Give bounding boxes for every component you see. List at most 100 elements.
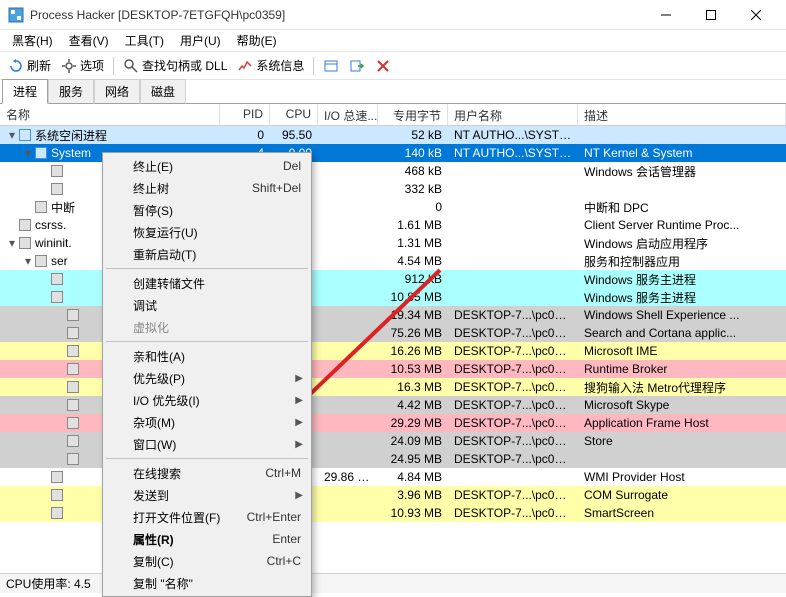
- menubar: 黑客(H) 查看(V) 工具(T) 用户(U) 帮助(E): [0, 30, 786, 52]
- toolbar: 刷新 选项 查找句柄或 DLL 系统信息: [0, 52, 786, 80]
- process-name: csrss.: [35, 218, 66, 232]
- context-menu-item[interactable]: 亲和性(A): [105, 345, 309, 367]
- process-icon: [18, 128, 32, 142]
- find-button[interactable]: 查找句柄或 DLL: [119, 55, 231, 76]
- col-priv[interactable]: 专用字节: [378, 104, 448, 125]
- context-menu-label: 窗口(W): [133, 436, 301, 453]
- context-menu-item[interactable]: 恢复运行(U): [105, 221, 309, 243]
- table-header: 名称 PID CPU I/O 总速... 专用字节 用户名称 描述: [0, 104, 786, 126]
- cell-desc: 服务和控制器应用: [578, 252, 786, 271]
- context-menu-label: 创建转储文件: [133, 275, 301, 292]
- col-desc[interactable]: 描述: [578, 104, 786, 125]
- cell-user: DESKTOP-7...\pc0359: [448, 505, 578, 521]
- menu-tools[interactable]: 工具(T): [117, 30, 172, 51]
- status-cpu: CPU使用率: 4.5: [6, 575, 91, 592]
- cell-io: [318, 368, 378, 370]
- col-user[interactable]: 用户名称: [448, 104, 578, 125]
- context-menu-item[interactable]: 打开文件位置(F)Ctrl+Enter: [105, 506, 309, 528]
- sysinfo-button[interactable]: 系统信息: [233, 55, 308, 76]
- cell-io: [318, 134, 378, 136]
- cell-user: [448, 242, 578, 244]
- maximize-button[interactable]: [688, 0, 733, 30]
- tb-icon-2[interactable]: [345, 56, 369, 76]
- menu-hacker[interactable]: 黑客(H): [4, 30, 61, 51]
- cell-priv: 4.54 MB: [378, 253, 448, 269]
- tab-services[interactable]: 服务: [48, 79, 94, 104]
- process-icon: [66, 308, 80, 322]
- cell-user: DESKTOP-7...\pc0359: [448, 487, 578, 503]
- context-menu-item[interactable]: 终止树Shift+Del: [105, 177, 309, 199]
- tb-icon-3[interactable]: [371, 56, 395, 76]
- cell-priv: 19.34 MB: [378, 307, 448, 323]
- context-menu-item[interactable]: I/O 优先级(I)▶: [105, 389, 309, 411]
- process-icon: [50, 506, 64, 520]
- cell-priv: 10.85 MB: [378, 289, 448, 305]
- context-menu-item[interactable]: 重新启动(T): [105, 243, 309, 265]
- tree-toggle-icon[interactable]: ▾: [6, 236, 18, 250]
- cell-user: [448, 206, 578, 208]
- cell-priv: 24.95 MB: [378, 451, 448, 467]
- context-menu-label: 属性(R): [133, 531, 262, 548]
- cell-desc: Microsoft IME: [578, 343, 786, 359]
- col-pid[interactable]: PID: [220, 104, 270, 125]
- cell-io: [318, 278, 378, 280]
- cell-io: [318, 224, 378, 226]
- tree-toggle-icon[interactable]: ▾: [6, 128, 18, 142]
- cell-priv: 912 kB: [378, 271, 448, 287]
- window-title: Process Hacker [DESKTOP-7ETGFQH\pc0359]: [30, 8, 643, 22]
- tab-network[interactable]: 网络: [94, 79, 140, 104]
- cell-priv: 16.26 MB: [378, 343, 448, 359]
- context-menu-item[interactable]: 复制(C)Ctrl+C: [105, 550, 309, 572]
- cell-io: [318, 494, 378, 496]
- col-io[interactable]: I/O 总速...: [318, 104, 378, 125]
- context-menu-item[interactable]: 创建转储文件: [105, 272, 309, 294]
- process-icon: [50, 290, 64, 304]
- close-button[interactable]: [733, 0, 778, 30]
- cell-desc: Windows Shell Experience ...: [578, 307, 786, 323]
- process-icon: [50, 272, 64, 286]
- tab-disk[interactable]: 磁盘: [140, 79, 186, 104]
- context-menu-item[interactable]: 调试: [105, 294, 309, 316]
- process-name: System: [51, 146, 91, 160]
- cell-desc: [578, 188, 786, 190]
- context-menu-item[interactable]: 在线搜索Ctrl+M: [105, 462, 309, 484]
- context-menu-item[interactable]: 优先级(P)▶: [105, 367, 309, 389]
- context-menu-shortcut: Ctrl+C: [267, 554, 301, 568]
- table-row[interactable]: ▾系统空闲进程095.5052 kBNT AUTHO...\SYSTEM: [0, 126, 786, 144]
- options-button[interactable]: 选项: [57, 55, 108, 76]
- context-menu-item[interactable]: 复制 "名称": [105, 572, 309, 594]
- cell-io: [318, 386, 378, 388]
- tab-processes[interactable]: 进程: [2, 79, 48, 104]
- submenu-indicator-icon: ▶: [295, 439, 303, 450]
- process-name: wininit.: [35, 236, 72, 250]
- col-cpu[interactable]: CPU: [270, 104, 318, 125]
- cell-user: NT AUTHO...\SYSTEM: [448, 127, 578, 143]
- menu-users[interactable]: 用户(U): [172, 30, 229, 51]
- context-menu-item[interactable]: 杂项(M)▶: [105, 411, 309, 433]
- cell-io: [318, 242, 378, 244]
- process-icon: [18, 218, 32, 232]
- context-menu-item[interactable]: 终止(E)Del: [105, 155, 309, 177]
- tb-icon-1[interactable]: [319, 56, 343, 76]
- context-menu-item[interactable]: 属性(R)Enter: [105, 528, 309, 550]
- col-name[interactable]: 名称: [0, 104, 220, 125]
- tab-bar: 进程 服务 网络 磁盘: [0, 80, 786, 104]
- sysinfo-icon: [237, 58, 253, 74]
- titlebar: Process Hacker [DESKTOP-7ETGFQH\pc0359]: [0, 0, 786, 30]
- tree-toggle-icon[interactable]: ▾: [22, 254, 34, 268]
- menu-help[interactable]: 帮助(E): [229, 30, 285, 51]
- process-icon: [66, 380, 80, 394]
- minimize-button[interactable]: [643, 0, 688, 30]
- context-menu-item[interactable]: 窗口(W)▶: [105, 433, 309, 455]
- options-label: 选项: [80, 57, 104, 74]
- refresh-button[interactable]: 刷新: [4, 55, 55, 76]
- cell-io: [318, 440, 378, 442]
- menu-view[interactable]: 查看(V): [61, 30, 117, 51]
- cell-user: DESKTOP-7...\pc0359: [448, 415, 578, 431]
- process-icon: [34, 146, 48, 160]
- tree-toggle-icon[interactable]: ▾: [22, 146, 34, 160]
- context-menu-item[interactable]: 暂停(S): [105, 199, 309, 221]
- context-menu-label: 在线搜索: [133, 465, 255, 482]
- context-menu-item[interactable]: 发送到▶: [105, 484, 309, 506]
- context-menu-label: 优先级(P): [133, 370, 301, 387]
